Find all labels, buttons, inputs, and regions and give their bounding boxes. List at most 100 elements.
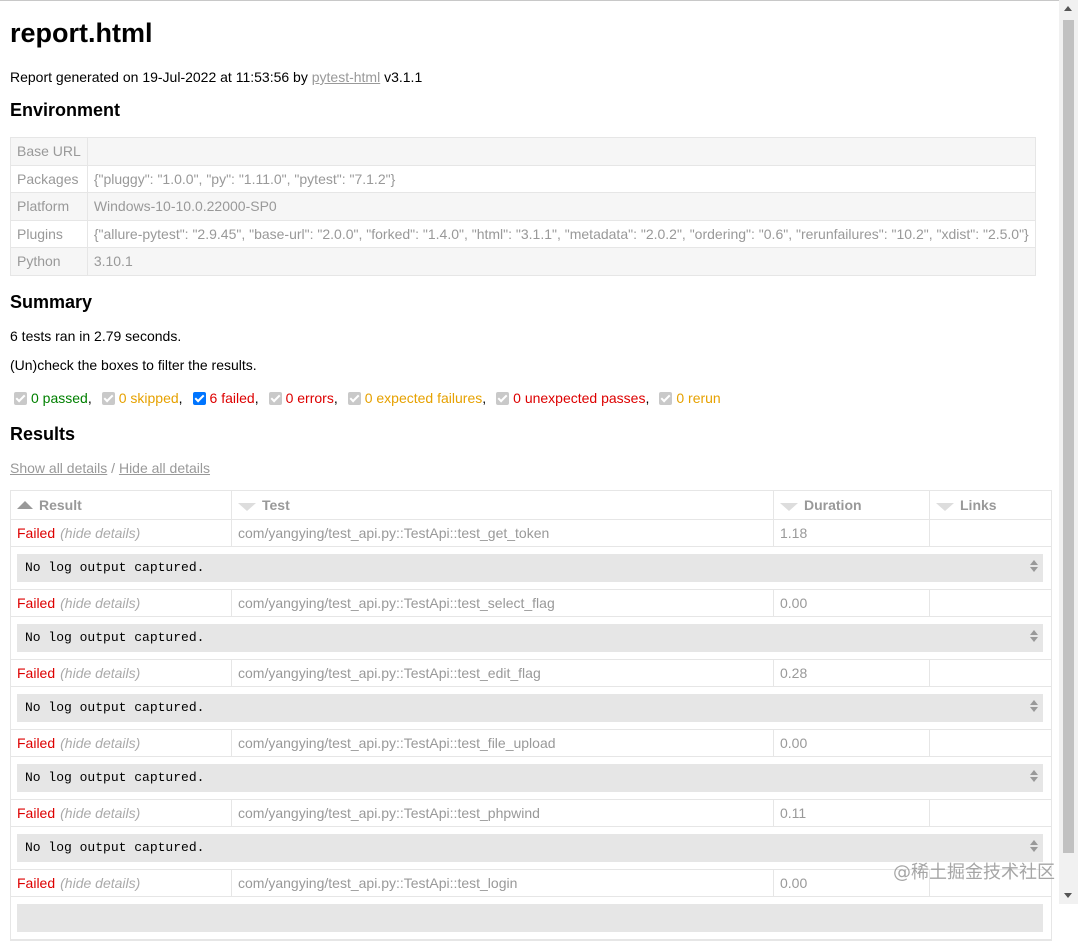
log-output[interactable]: No log output captured. [17, 764, 1043, 792]
summary-ran: 6 tests ran in 2.79 seconds. [10, 328, 182, 344]
col-label: Test [262, 497, 290, 513]
log-output[interactable]: No log output captured. [17, 624, 1043, 652]
col-test-header[interactable]: Test [232, 491, 774, 519]
checkbox-rerun[interactable] [659, 391, 673, 405]
env-key: Plugins [10, 219, 88, 248]
duration-cell: 0.00 [774, 590, 930, 616]
col-result-header[interactable]: Result [11, 491, 232, 519]
env-key: Packages [10, 164, 88, 193]
checkbox-unexpected-passes[interactable] [496, 391, 510, 405]
show-all-details-link[interactable]: Show all details [10, 460, 107, 476]
result-cell: Failed (hide details) [11, 660, 232, 686]
environment-heading: Environment [10, 100, 121, 120]
filter-failed[interactable]: 6 failed, [192, 390, 259, 406]
result-cell: Failed (hide details) [11, 800, 232, 826]
log-output[interactable]: No log output captured. [17, 694, 1043, 722]
table-row: Failed (hide details) com/yangying/test_a… [11, 590, 1051, 617]
links-cell [930, 660, 1051, 686]
log-text: No log output captured. [25, 560, 205, 575]
filter-label: 0 expected failures [364, 390, 483, 406]
scroll-spinner-icon[interactable] [1029, 628, 1039, 648]
test-cell: com/yangying/test_api.py::TestApi::test_… [232, 870, 774, 896]
filter-sep: , [333, 390, 338, 406]
scroll-spinner-icon[interactable] [1029, 768, 1039, 788]
pytest-html-link[interactable]: pytest-html [312, 69, 380, 85]
filter-label: 0 errors [285, 390, 334, 406]
col-label: Result [39, 497, 82, 513]
result-cell: Failed (hide details) [11, 730, 232, 756]
env-row: Base URL [10, 137, 1036, 166]
duration-cell: 1.18 [774, 520, 930, 546]
scroll-down-icon[interactable] [1064, 893, 1072, 898]
details-toggle-line: Show all details / Hide all details [10, 460, 210, 476]
test-cell: com/yangying/test_api.py::TestApi::test_… [232, 590, 774, 616]
filter-rerun[interactable]: 0 rerun [659, 390, 721, 406]
env-row: Plugins {"allure-pytest": "2.9.45", "base… [10, 219, 1036, 248]
env-value [86, 137, 1036, 166]
filter-sep: , [645, 390, 650, 406]
duration-cell: 0.28 [774, 660, 930, 686]
log-row [11, 897, 1051, 940]
checkbox-errors[interactable] [268, 391, 282, 405]
filter-sep: , [482, 390, 487, 406]
links-cell [930, 590, 1051, 616]
env-key: Python [10, 247, 88, 276]
status-label: Failed [17, 875, 56, 891]
filter-passed[interactable]: 0 passed, [14, 390, 92, 406]
result-cell: Failed (hide details) [11, 870, 232, 896]
filter-expected-failures[interactable]: 0 expected failures, [347, 390, 487, 406]
filter-unexpected-passes[interactable]: 0 unexpected passes, [496, 390, 649, 406]
filter-label: 6 failed [209, 390, 255, 406]
scroll-spinner-icon[interactable] [1029, 698, 1039, 718]
test-cell: com/yangying/test_api.py::TestApi::test_… [232, 520, 774, 546]
summary-heading: Summary [10, 292, 93, 312]
hide-details-toggle[interactable]: (hide details) [60, 595, 140, 611]
hide-details-toggle[interactable]: (hide details) [60, 665, 140, 681]
env-value: 3.10.1 [86, 247, 1036, 276]
checkbox-passed[interactable] [14, 391, 27, 405]
scrollbar-thumb[interactable] [1063, 20, 1074, 853]
filter-errors[interactable]: 0 errors, [268, 390, 338, 406]
environment-table: Base URL Packages {"pluggy": "1.0.0", "py… [10, 137, 1036, 276]
checkbox-skipped[interactable] [101, 391, 115, 405]
scroll-up-icon[interactable] [1064, 6, 1072, 11]
links-cell [930, 730, 1051, 756]
filter-skipped[interactable]: 0 skipped, [101, 390, 183, 406]
filter-sep: , [178, 390, 183, 406]
col-links-header[interactable]: Links [930, 491, 1051, 519]
log-output[interactable]: No log output captured. [17, 834, 1043, 862]
env-row: Packages {"pluggy": "1.0.0", "py": "1.11.… [10, 164, 1036, 193]
env-value: Windows-10-10.0.22000-SP0 [86, 192, 1036, 221]
scroll-spinner-icon[interactable] [1029, 838, 1039, 858]
status-label: Failed [17, 805, 56, 821]
watermark: @稀土掘金技术社区 [893, 862, 1055, 883]
duration-cell: 0.00 [774, 730, 930, 756]
result-cell: Failed (hide details) [11, 590, 232, 616]
log-output[interactable]: No log output captured. [17, 554, 1043, 582]
sort-desc-icon [780, 503, 798, 511]
filter-label: 0 rerun [676, 390, 721, 406]
log-output[interactable] [17, 904, 1043, 932]
table-row: Failed (hide details) com/yangying/test_a… [11, 520, 1051, 547]
vertical-scrollbar[interactable] [1059, 0, 1078, 904]
log-row: No log output captured. [11, 547, 1051, 590]
status-label: Failed [17, 525, 56, 541]
hide-all-details-link[interactable]: Hide all details [119, 460, 210, 476]
hide-details-toggle[interactable]: (hide details) [60, 525, 140, 541]
sort-desc-icon [238, 503, 256, 511]
links-cell [930, 800, 1051, 826]
log-text: No log output captured. [25, 700, 205, 715]
filter-sep: , [87, 390, 92, 406]
env-value: {"pluggy": "1.0.0", "py": "1.11.0", "pyt… [86, 164, 1036, 193]
checkbox-expected-failures[interactable] [347, 391, 361, 405]
hide-details-toggle[interactable]: (hide details) [60, 805, 140, 821]
checkbox-failed[interactable] [192, 391, 206, 405]
scroll-spinner-icon[interactable] [1029, 558, 1039, 578]
log-text: No log output captured. [25, 840, 205, 855]
col-duration-header[interactable]: Duration [774, 491, 930, 519]
sort-desc-icon [936, 503, 954, 511]
hide-details-toggle[interactable]: (hide details) [60, 875, 140, 891]
hide-details-toggle[interactable]: (hide details) [60, 735, 140, 751]
filter-checkboxes: 0 passed, 0 skipped, 6 failed, 0 errors,… [14, 390, 731, 406]
filter-label: 0 unexpected passes [513, 390, 646, 406]
